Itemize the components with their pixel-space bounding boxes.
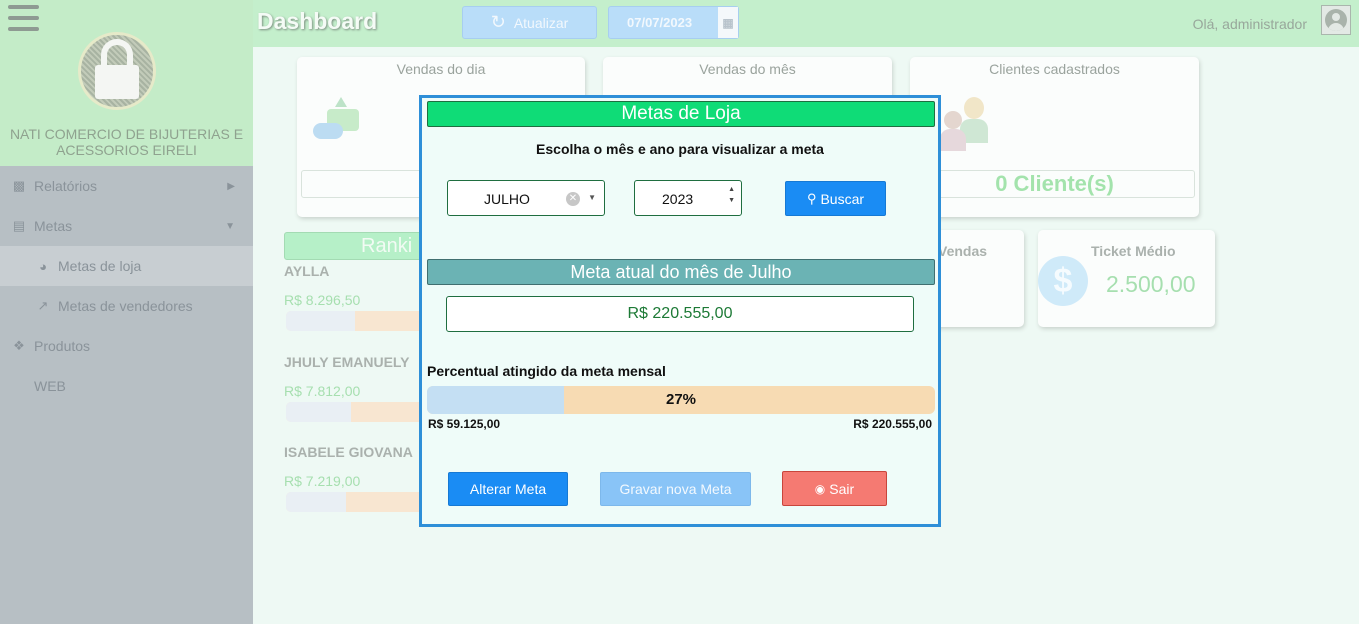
sidebar-item-produtos[interactable]: ❖ Produtos (0, 326, 253, 366)
vendas-title: Vendas (938, 243, 988, 259)
sidebar-item-web[interactable]: WEB (0, 366, 253, 406)
sidebar-item-metas-de-loja[interactable]: ◕ Metas de loja (0, 246, 253, 286)
search-button[interactable]: ⚲ Buscar (785, 181, 886, 216)
goal-progress-text: 27% (665, 391, 697, 408)
ranking-item: ISABELE GIOVANA R$ 7.219,00 (284, 444, 430, 512)
company-name: NATI COMERCIO DE BIJUTERIAS E ACESSORIOS… (9, 126, 244, 158)
alter-goal-button[interactable]: Alterar Meta (448, 472, 568, 506)
month-select[interactable]: JULHO ✕ ▼ (447, 180, 605, 216)
chevron-down-icon: ▼ (225, 220, 235, 232)
current-goal-value: R$ 220.555,00 (446, 296, 914, 332)
sales-day-title: Vendas do dia (396, 61, 486, 77)
ticket-value: 2.500,00 (1106, 271, 1196, 297)
calendar-icon[interactable]: ▦ (718, 7, 738, 38)
ranking-item: AYLLA R$ 8.296,50 (284, 263, 430, 331)
refresh-label: Atualizar (513, 14, 569, 31)
refresh-button[interactable]: ↻ Atualizar (462, 6, 597, 39)
sidebar-item-metas-de-vendedores[interactable]: ↗ Metas de vendedores (0, 286, 253, 326)
ranking-item: JHULY EMANUELY R$ 7.812,00 (284, 354, 430, 422)
store-goals-modal: Metas de Loja Escolha o mês e ano para v… (419, 95, 941, 527)
search-icon: ⚲ (806, 190, 817, 206)
date-value: 07/07/2023 (627, 15, 693, 30)
month-value: JULHO (484, 191, 530, 207)
clients-title: Clientes cadastrados (989, 61, 1120, 77)
date-picker[interactable]: 07/07/2023 ▦ (608, 6, 739, 39)
sidebar: NATI COMERCIO DE BIJUTERIAS E ACESSORIOS… (0, 0, 253, 624)
hamburger-menu-icon[interactable] (8, 5, 39, 31)
page-title: Dashboard (257, 8, 378, 34)
current-goal-title: Meta atual do mês de Julho (427, 259, 935, 285)
line-chart-icon: ↗ (37, 298, 49, 313)
sidebar-item-label: Metas de loja (58, 258, 142, 274)
sidebar-item-label: Metas (34, 218, 73, 234)
sidebar-item-relatorios[interactable]: ▩ Relatórios ▶ (0, 166, 253, 206)
ticket-title: Ticket Médio (1091, 243, 1176, 259)
sidebar-item-metas[interactable]: ▤ Metas ▼ (0, 206, 253, 246)
ranking-progress (286, 311, 430, 331)
close-circle-icon: ◉ (814, 481, 826, 496)
clients-value: 0 Cliente(s) (914, 170, 1195, 198)
pie-chart-icon: ◕ (39, 258, 47, 274)
clients-card: Clientes cadastrados 0 Cliente(s) (910, 57, 1199, 217)
ranking-value: R$ 7.219,00 (284, 473, 361, 489)
exit-label: Sair (829, 480, 855, 497)
sidebar-item-label: Relatórios (34, 178, 98, 194)
chevron-right-icon: ▶ (227, 180, 235, 192)
target-value: R$ 220.555,00 (853, 417, 932, 431)
user-greeting: Olá, administrador (1192, 16, 1307, 32)
refresh-icon: ↻ (490, 12, 506, 32)
ranking-value: R$ 8.296,50 (284, 292, 361, 308)
year-value: 2023 (662, 191, 694, 207)
company-logo (78, 32, 156, 110)
sidebar-item-label: Metas de vendedores (58, 298, 193, 314)
ranking-name: ISABELE GIOVANA (284, 444, 413, 460)
ranking-name: AYLLA (284, 263, 330, 279)
goal-progress-bar: 27% (427, 386, 935, 414)
user-icon (1325, 9, 1347, 31)
ranking-name: JHULY EMANUELY (284, 354, 410, 370)
achieved-value: R$ 59.125,00 (428, 417, 501, 431)
sidebar-menu: ▩ Relatórios ▶ ▤ Metas ▼ ◕ Metas de loja… (0, 166, 253, 406)
ranking-progress (286, 492, 430, 512)
percent-label: Percentual atingido da meta mensal (427, 363, 666, 379)
chevron-down-icon: ▼ (588, 193, 596, 202)
bar-chart-icon: ▩ (12, 178, 26, 193)
cubes-icon: ❖ (13, 338, 25, 353)
ranking-progress (286, 402, 430, 422)
modal-title: Metas de Loja (427, 101, 935, 127)
modal-subtitle: Escolha o mês e ano para visualizar a me… (536, 141, 824, 157)
ranking-value: R$ 7.812,00 (284, 383, 361, 399)
stepper-arrows-icon[interactable]: ▲ ▼ (728, 184, 735, 206)
dollar-icon: $ (1038, 256, 1088, 306)
avatar[interactable] (1321, 5, 1351, 35)
clear-icon[interactable]: ✕ (566, 192, 580, 206)
sidebar-item-label: Produtos (34, 338, 91, 354)
money-hand-icon (311, 87, 367, 145)
top-header: Dashboard ↻ Atualizar 07/07/2023 ▦ Olá, … (253, 0, 1359, 47)
save-goal-button[interactable]: Gravar nova Meta (600, 472, 751, 506)
year-stepper[interactable]: 2023 ▲ ▼ (634, 180, 742, 216)
people-icon (938, 97, 990, 153)
ranking-title: Ranki (284, 232, 424, 260)
search-label: Buscar (820, 190, 865, 207)
exit-button[interactable]: ◉ Sair (782, 471, 887, 506)
sales-month-title: Vendas do mês (699, 61, 796, 77)
sidebar-header: NATI COMERCIO DE BIJUTERIAS E ACESSORIOS… (0, 0, 253, 166)
ticket-card: Ticket Médio $ 2.500,00 (1038, 230, 1215, 327)
list-icon: ▤ (12, 218, 26, 233)
sidebar-item-label: WEB (34, 378, 66, 394)
